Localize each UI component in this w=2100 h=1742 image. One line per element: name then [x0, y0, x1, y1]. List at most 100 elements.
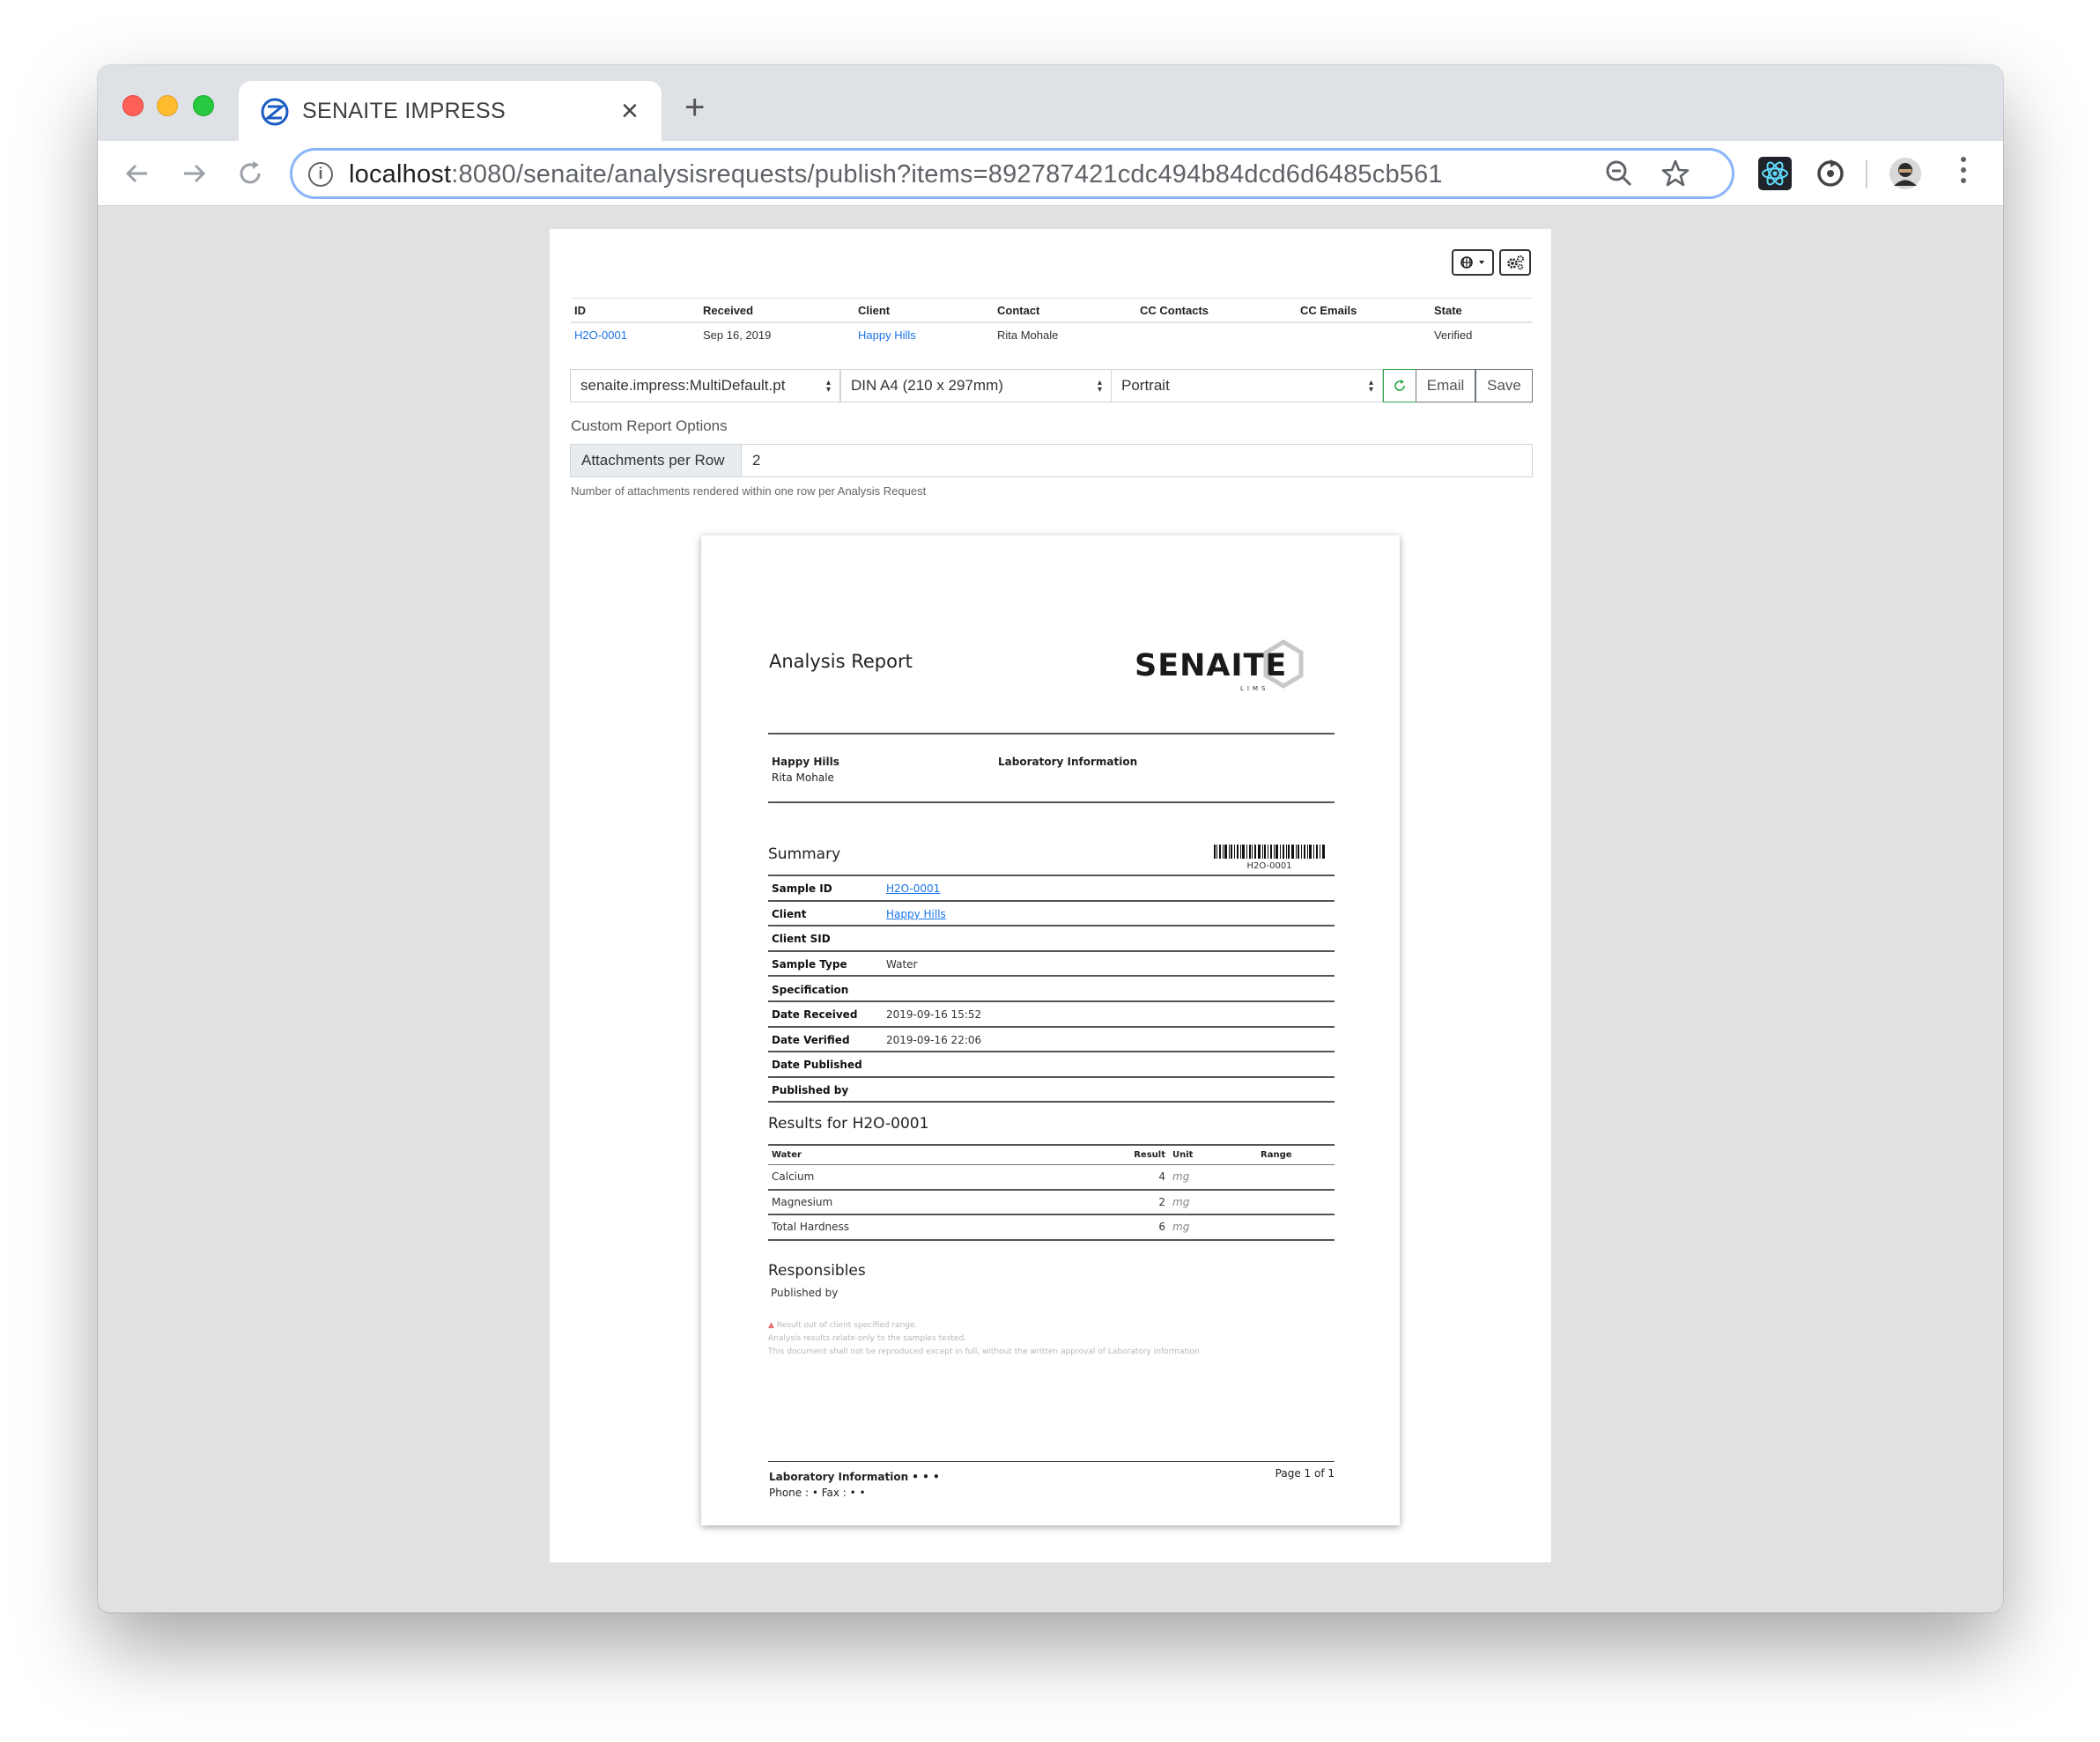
client-address: Happy Hills Rita Mohale — [772, 754, 839, 786]
received-cell: Sep 16, 2019 — [703, 328, 772, 342]
responsibles-title: Responsibles — [768, 1262, 866, 1280]
settings-button[interactable] — [1499, 249, 1531, 276]
back-arrow-icon[interactable] — [122, 159, 152, 188]
table-row: Sample Type Water — [768, 950, 1335, 978]
table-row: H2O-0001 Sep 16, 2019 Happy Hills Rita M… — [571, 322, 1532, 347]
profile-avatar[interactable] — [1889, 157, 1922, 190]
table-row: Date Published — [768, 1052, 1335, 1078]
state-cell: Verified — [1434, 328, 1473, 342]
address-bar[interactable]: i localhost:8080/senaite/analysisrequest… — [290, 148, 1734, 199]
column-header-id: ID — [571, 298, 699, 323]
forward-arrow-icon[interactable] — [179, 159, 209, 188]
results-table: Water Result Unit Range Calcium 4 mg Mag… — [768, 1144, 1335, 1241]
table-row: Sample ID H2O-0001 — [768, 875, 1335, 902]
close-window-button[interactable] — [122, 95, 144, 116]
sample-id-link[interactable]: H2O-0001 — [886, 882, 940, 895]
client-name: Happy Hills — [772, 756, 839, 768]
published-by-label: Published by — [771, 1287, 839, 1299]
cc-contacts-cell — [1136, 322, 1297, 347]
react-devtools-icon[interactable] — [1758, 157, 1792, 190]
new-tab-icon[interactable]: + — [684, 90, 705, 125]
senaite-favicon-icon — [261, 98, 289, 126]
reload-icon[interactable] — [235, 159, 265, 188]
template-select[interactable]: senaite.impress:MultiDefault.pt ▴ ▾ — [570, 369, 840, 402]
column-header-contact: Contact — [994, 298, 1136, 323]
url-text: localhost:8080/senaite/analysisrequests/… — [349, 160, 1443, 188]
zoom-out-icon[interactable] — [1603, 158, 1635, 189]
tab-title: SENAITE IMPRESS — [302, 99, 506, 123]
sample-id-link[interactable]: H2O-0001 — [574, 328, 627, 342]
header-divider — [768, 733, 1335, 734]
cc-emails-cell — [1297, 322, 1431, 347]
select-arrows-icon: ▴ ▾ — [1368, 378, 1373, 395]
warning-triangle-icon: ▲ — [768, 1321, 774, 1330]
browser-toolbar: i localhost:8080/senaite/analysisrequest… — [98, 141, 2003, 206]
page-viewport: ID Received Client Contact CC Contacts C… — [98, 206, 2003, 1613]
globe-icon — [1460, 256, 1484, 269]
language-dropdown-button[interactable] — [1452, 249, 1494, 276]
contact-cell: Rita Mohale — [997, 328, 1059, 342]
attachments-helper-text: Number of attachments rendered within on… — [571, 484, 927, 498]
lab-info-title: Laboratory Information — [998, 756, 1138, 768]
maximize-window-button[interactable] — [193, 95, 214, 116]
table-row: Date Received 2019-09-16 15:52 — [768, 1000, 1335, 1028]
report-preview: Analysis Report SENAITE LIMS Happy Hills… — [701, 535, 1400, 1525]
column-header-client: Client — [854, 298, 994, 323]
column-header-state: State — [1431, 298, 1532, 323]
table-row: Calcium 4 mg — [768, 1164, 1335, 1191]
select-arrows-icon: ▴ ▾ — [825, 378, 831, 395]
table-row: Total Hardness 6 mg — [768, 1214, 1335, 1241]
column-header-cc-emails: CC Emails — [1297, 298, 1431, 323]
minimize-window-button[interactable] — [157, 95, 178, 116]
address-divider — [768, 801, 1335, 803]
client-link[interactable]: Happy Hills — [886, 908, 946, 920]
refresh-icon — [1394, 380, 1405, 391]
attachments-per-row-input[interactable]: 2 — [741, 444, 1533, 477]
report-title: Analysis Report — [769, 651, 913, 672]
table-row: Specification — [768, 976, 1335, 1002]
page-number: Page 1 of 1 — [1275, 1467, 1335, 1480]
tab-close-icon[interactable]: × — [621, 93, 639, 129]
summary-table: Sample ID H2O-0001 Client Happy Hills Clie… — [768, 875, 1335, 1104]
column-header-received: Received — [699, 298, 854, 323]
hexagon-logo-icon — [1263, 639, 1304, 689]
email-button[interactable]: Email — [1416, 369, 1475, 402]
barcode — [1214, 845, 1325, 859]
publish-panel: ID Received Client Contact CC Contacts C… — [550, 229, 1551, 1562]
select-arrows-icon: ▴ ▾ — [1097, 378, 1102, 395]
table-row: Client Happy Hills — [768, 900, 1335, 927]
title-bar: SENAITE IMPRESS × + — [98, 65, 2003, 143]
attachments-input-group: Attachments per Row 2 — [570, 444, 1533, 477]
footnote-relate: Analysis results relate only to the samp… — [768, 1334, 967, 1343]
info-icon[interactable]: i — [308, 162, 333, 187]
browser-window: SENAITE IMPRESS × + i localhost:8080/sen… — [98, 65, 2003, 1613]
senaite-logo: SENAITE LIMS — [1135, 639, 1304, 701]
table-header-row: ID Received Client Contact CC Contacts C… — [571, 298, 1532, 323]
kebab-menu-icon[interactable] — [1959, 157, 1968, 188]
table-row: Published by — [768, 1076, 1335, 1104]
gears-icon — [1507, 255, 1524, 270]
attachments-label: Attachments per Row — [570, 444, 742, 477]
star-icon[interactable] — [1660, 158, 1691, 189]
custom-options-title: Custom Report Options — [571, 417, 728, 434]
client-link[interactable]: Happy Hills — [858, 328, 916, 342]
report-controls: senaite.impress:MultiDefault.pt ▴ ▾ DIN A… — [570, 369, 1533, 402]
sync-extension-icon[interactable] — [1814, 157, 1847, 190]
save-button[interactable]: Save — [1475, 369, 1533, 402]
browser-tab[interactable]: SENAITE IMPRESS × — [239, 81, 662, 143]
table-row: Date Verified 2019-09-16 22:06 — [768, 1026, 1335, 1053]
barcode-label: H2O-0001 — [1246, 861, 1292, 871]
column-header-cc-contacts: CC Contacts — [1136, 298, 1297, 323]
lab-address: Laboratory Information — [998, 754, 1137, 770]
paper-format-select[interactable]: DIN A4 (210 x 297mm) ▴ ▾ — [840, 369, 1112, 402]
table-row: Client SID — [768, 926, 1335, 952]
orientation-select[interactable]: Portrait ▴ ▾ — [1111, 369, 1383, 402]
footnote-reproduce: This document shall not be reproduced ex… — [768, 1347, 1200, 1356]
client-contact: Rita Mohale — [772, 771, 834, 784]
refresh-button[interactable] — [1383, 369, 1416, 402]
table-header-row: Water Result Unit Range — [768, 1144, 1335, 1165]
table-row: Magnesium 2 mg — [768, 1189, 1335, 1215]
footnote-out-of-range: ▲ Result out of client specified range. — [768, 1321, 918, 1330]
toolbar-divider — [1866, 160, 1867, 188]
footer-divider — [768, 1461, 1335, 1462]
